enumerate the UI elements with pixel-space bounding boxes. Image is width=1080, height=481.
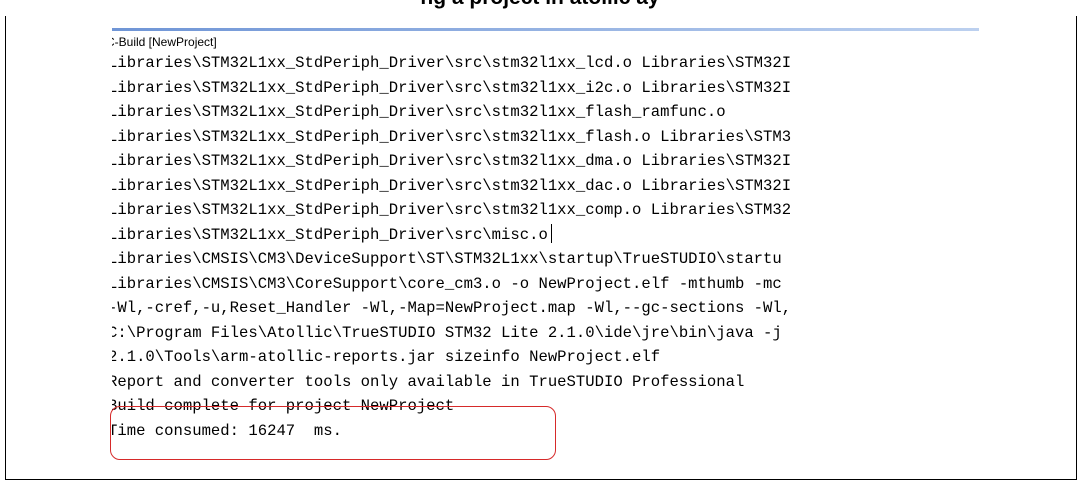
console-line-with-cursor: Libraries\STM32L1xx_StdPeriph_Driver\src…: [112, 223, 979, 248]
console-title-bar: [112, 28, 979, 31]
console-line: Libraries\STM32L1xx_StdPeriph_Driver\src…: [112, 103, 726, 121]
console-line: 2.1.0\Tools\arm-atollic-reports.jar size…: [112, 348, 661, 366]
text-cursor: [550, 223, 552, 243]
console-line: Report and converter tools only availabl…: [112, 372, 745, 391]
console-line-text: Libraries\STM32L1xx_StdPeriph_Driver\src…: [112, 225, 548, 244]
build-complete-line: Build complete for project NewProject: [112, 397, 455, 415]
console-line: -Wl,-cref,-u,Reset_Handler -Wl,-Map=NewP…: [112, 299, 792, 317]
console-line: Libraries\STM32L1xx_StdPeriph_Driver\src…: [112, 127, 792, 146]
console-title: C-Build [NewProject]: [112, 35, 217, 49]
console-line: Libraries\STM32L1xx_StdPeriph_Driver\src…: [112, 152, 792, 170]
console-line: Libraries\STM32L1xx_StdPeriph_Driver\src…: [112, 201, 792, 219]
console-line: Libraries\CMSIS\CM3\CoreSupport\core_cm3…: [112, 274, 782, 293]
console-line: Libraries\CMSIS\CM3\DeviceSupport\ST\STM…: [112, 250, 782, 268]
figure-caption: ng a project in atollic ay: [0, 0, 1080, 16]
console-line: Libraries\STM32L1xx_StdPeriph_Driver\src…: [112, 54, 792, 72]
console-line: C:\Program Files\Atollic\TrueSTUDIO STM3…: [112, 323, 782, 342]
console-output[interactable]: Libraries\STM32L1xx_StdPeriph_Driver\src…: [112, 51, 979, 443]
console-line: Libraries\STM32L1xx_StdPeriph_Driver\src…: [112, 78, 792, 97]
console-line: Libraries\STM32L1xx_StdPeriph_Driver\src…: [112, 176, 792, 195]
time-consumed-line: Time consumed: 16247 ms.: [112, 421, 342, 440]
figure-caption-text: ng a project in atollic ay: [0, 0, 1080, 10]
build-console-panel: C-Build [NewProject] Libraries\STM32L1xx…: [112, 28, 979, 468]
